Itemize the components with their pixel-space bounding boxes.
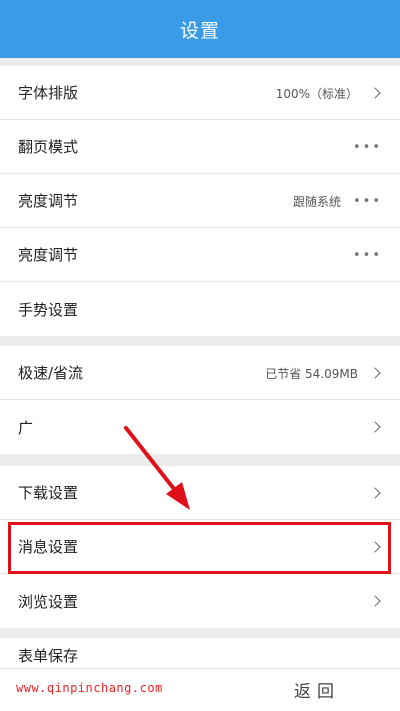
setting-label: 极速/省流 (18, 364, 84, 382)
setting-font-layout[interactable]: 字体排版 100%（标准） (0, 66, 400, 120)
chevron-right-icon (370, 421, 382, 433)
setting-form-save[interactable]: 表单保存 (0, 638, 400, 668)
back-button[interactable]: 返回 (294, 677, 340, 702)
setting-ad[interactable]: 广 (0, 400, 400, 454)
settings-group-display: 字体排版 100%（标准） 翻页模式 ••• 亮度调节 跟随系统 ••• 亮度调… (0, 66, 400, 336)
highlight-box (8, 522, 391, 574)
page-title: 设置 (179, 19, 220, 42)
setting-label: 翻页模式 (18, 138, 79, 156)
setting-label: 表单保存 (18, 647, 79, 665)
setting-gesture[interactable]: 手势设置 (0, 282, 400, 336)
chevron-right-icon (370, 367, 382, 379)
setting-label: 手势设置 (18, 300, 79, 319)
setting-label: 亮度调节 (18, 246, 79, 264)
chevron-right-icon (370, 487, 382, 499)
setting-download[interactable]: 下载设置 (0, 466, 400, 520)
settings-group-network: 极速/省流 已节省 54.09MB 广 (0, 346, 400, 454)
setting-label: 亮度调节 (18, 192, 79, 210)
app-header: 设置 (0, 0, 400, 58)
watermark-text: www.qinpinchang.com (16, 681, 163, 695)
setting-value: 100%（标准） (275, 86, 358, 101)
setting-brightness-2[interactable]: 亮度调节 ••• (0, 228, 400, 282)
bottom-bar: www.qinpinchang.com 返回 (0, 668, 400, 711)
settings-group-form: 表单保存 (0, 638, 400, 668)
setting-browse[interactable]: 浏览设置 (0, 574, 400, 628)
more-icon: ••• (352, 193, 382, 209)
setting-value: 跟随系统 (292, 194, 341, 209)
setting-value: 已节省 54.09MB (265, 366, 358, 381)
setting-label: 浏览设置 (18, 592, 79, 611)
chevron-right-icon (370, 87, 382, 99)
chevron-right-icon (370, 595, 382, 607)
setting-label: 下载设置 (18, 484, 79, 502)
setting-brightness[interactable]: 亮度调节 跟随系统 ••• (0, 174, 400, 228)
setting-page-turn-mode[interactable]: 翻页模式 ••• (0, 120, 400, 174)
more-icon: ••• (352, 247, 382, 263)
setting-label: 广 (18, 418, 34, 437)
more-icon: ••• (352, 139, 382, 155)
setting-speed-saver[interactable]: 极速/省流 已节省 54.09MB (0, 346, 400, 400)
setting-label: 字体排版 (18, 84, 79, 102)
